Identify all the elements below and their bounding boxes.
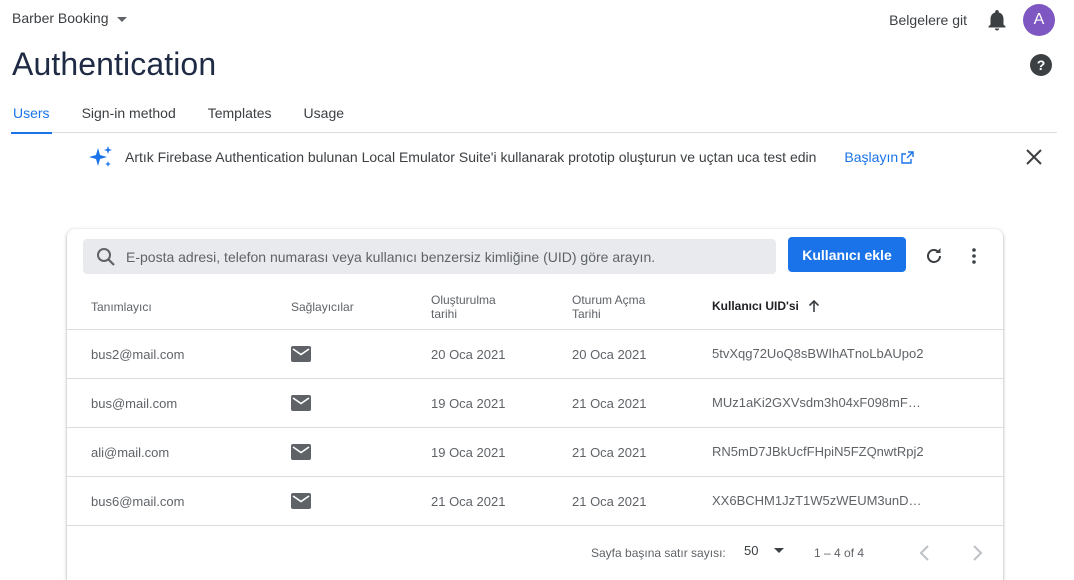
column-uid-label: Kullanıcı UID'si: [712, 299, 799, 313]
project-selector[interactable]: Barber Booking: [12, 10, 127, 26]
table-header: Tanımlayıcı Sağlayıcılar Oluşturulma tar…: [67, 287, 1003, 330]
cell-provider: [291, 379, 311, 427]
table-row[interactable]: ali@mail.com 19 Oca 2021 21 Oca 2021 RN5…: [67, 428, 1003, 477]
cell-provider: [291, 330, 311, 378]
cell-identifier: bus@mail.com: [91, 395, 178, 411]
tab-usage[interactable]: Usage: [302, 96, 346, 133]
rows-per-page-select[interactable]: 50: [744, 543, 785, 558]
cell-uid: 5tvXqg72UoQ8sBWIhATnoLbAUpo2: [712, 346, 924, 361]
more-vert-icon[interactable]: [965, 245, 983, 267]
cell-identifier: bus6@mail.com: [91, 493, 185, 509]
column-created[interactable]: Oluşturulma tarihi: [431, 293, 521, 321]
cell-provider: [291, 477, 311, 525]
get-started-label: Başlayın: [844, 149, 899, 165]
page-title: Authentication: [12, 46, 217, 82]
cell-signed-in: 21 Oca 2021: [572, 493, 647, 509]
get-started-link[interactable]: Başlayın: [844, 149, 914, 165]
cell-created: 19 Oca 2021: [431, 444, 506, 460]
caret-down-icon: [116, 16, 127, 22]
cell-identifier: bus2@mail.com: [91, 346, 185, 362]
search-icon: [97, 247, 115, 266]
mail-icon: [291, 493, 311, 509]
cell-created: 19 Oca 2021: [431, 395, 506, 411]
arrow-up-icon: [808, 299, 819, 312]
mail-icon: [291, 444, 311, 460]
docs-link[interactable]: Belgelere git: [889, 12, 967, 28]
column-uid[interactable]: Kullanıcı UID'si: [712, 299, 820, 313]
help-icon[interactable]: ?: [1030, 54, 1052, 76]
table-row[interactable]: bus@mail.com 19 Oca 2021 21 Oca 2021 MUz…: [67, 379, 1003, 428]
emulator-banner: Artık Firebase Authentication bulunan Lo…: [88, 144, 1044, 170]
tab-bar: Users Sign-in method Templates Usage: [11, 96, 1057, 134]
banner-text: Artık Firebase Authentication bulunan Lo…: [125, 149, 817, 165]
cell-created: 21 Oca 2021: [431, 493, 506, 509]
table-row[interactable]: bus2@mail.com 20 Oca 2021 20 Oca 2021 5t…: [67, 330, 1003, 379]
sparkle-icon: [89, 146, 112, 167]
tab-users[interactable]: Users: [11, 96, 52, 134]
rows-per-page-label: Sayfa başına satır sayısı:: [591, 546, 726, 560]
bell-icon[interactable]: [985, 8, 1009, 32]
cell-signed-in: 20 Oca 2021: [572, 346, 647, 362]
tab-templates[interactable]: Templates: [206, 96, 274, 133]
chevron-left-icon[interactable]: [917, 543, 933, 563]
mail-icon: [291, 346, 311, 362]
cell-identifier: ali@mail.com: [91, 444, 170, 460]
open-in-new-icon: [901, 150, 914, 164]
column-identifier[interactable]: Tanımlayıcı: [91, 300, 152, 314]
add-user-button[interactable]: Kullanıcı ekle: [788, 237, 906, 272]
search-bar[interactable]: [83, 239, 776, 274]
page-range: 1 – 4 of 4: [814, 546, 865, 560]
column-providers[interactable]: Sağlayıcılar: [291, 300, 354, 314]
cell-signed-in: 21 Oca 2021: [572, 395, 647, 411]
cell-uid: MUz1aKi2GXVsdm3h04xF098mFX…: [712, 395, 927, 410]
cell-uid: XX6BCHM1JzT1W5zWEUM3unDL…: [712, 493, 927, 508]
search-input[interactable]: [126, 248, 746, 265]
table-row[interactable]: bus6@mail.com 21 Oca 2021 21 Oca 2021 XX…: [67, 477, 1003, 526]
rows-per-page-value: 50: [744, 543, 759, 558]
top-right-actions: Belgelere git A: [889, 4, 1055, 36]
cell-uid: RN5mD7JBkUcfFHpiN5FZQnwtRpj2: [712, 444, 924, 459]
refresh-icon[interactable]: [923, 245, 945, 267]
column-signed-in[interactable]: Oturum Açma Tarihi: [572, 293, 662, 321]
cell-provider: [291, 428, 311, 476]
users-card: Kullanıcı ekle Tanımlayıcı Sağlayıcılar …: [67, 229, 1003, 580]
cell-created: 20 Oca 2021: [431, 346, 506, 362]
cell-signed-in: 21 Oca 2021: [572, 444, 647, 460]
avatar[interactable]: A: [1023, 4, 1055, 36]
chevron-right-icon[interactable]: [969, 543, 985, 563]
pagination: Sayfa başına satır sayısı: 50 1 – 4 of 4: [67, 537, 1003, 567]
caret-down-icon: [774, 548, 785, 553]
mail-icon: [291, 395, 311, 411]
project-name: Barber Booking: [12, 10, 109, 26]
tab-sign-in-method[interactable]: Sign-in method: [80, 96, 178, 133]
close-icon[interactable]: [1024, 147, 1044, 167]
